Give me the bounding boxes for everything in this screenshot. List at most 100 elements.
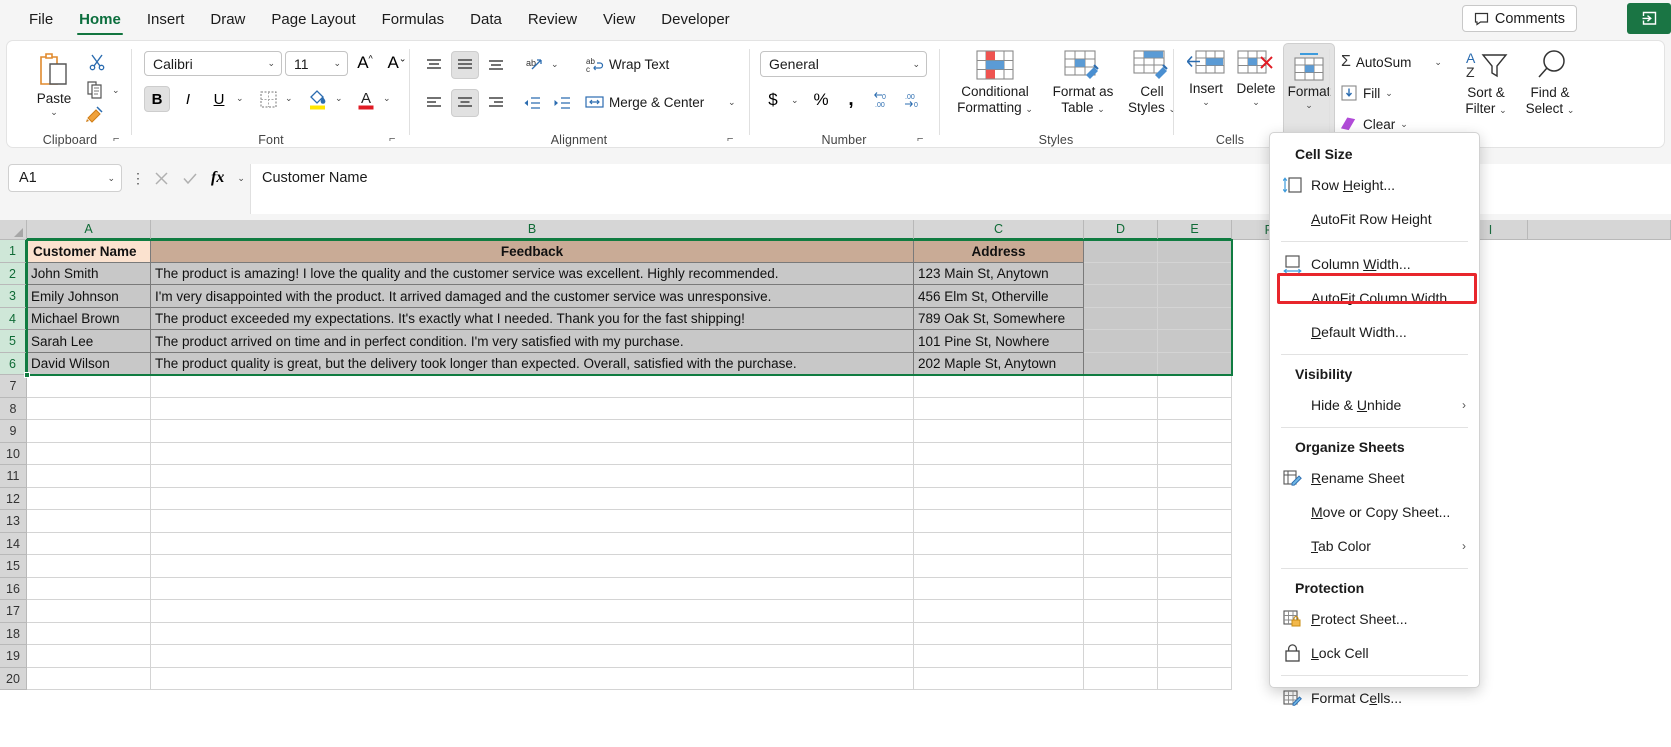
cell-A8[interactable] xyxy=(27,398,151,420)
fill-button[interactable]: Fill ⌄ xyxy=(1341,85,1393,101)
cell-C19[interactable] xyxy=(914,645,1084,668)
row-header-8[interactable]: 8 xyxy=(0,398,27,420)
align-right-button[interactable] xyxy=(483,91,509,115)
fill-color-chevron-down-icon[interactable]: ⌄ xyxy=(335,93,343,104)
cell-B3[interactable]: I'm very disappointed with the product. … xyxy=(151,285,914,308)
cell-C13[interactable] xyxy=(914,510,1084,533)
tab-home[interactable]: Home xyxy=(66,1,134,37)
cell-B14[interactable] xyxy=(151,533,914,555)
cell-C12[interactable] xyxy=(914,488,1084,510)
cell-D5[interactable] xyxy=(1084,330,1158,353)
cell-C9[interactable] xyxy=(914,420,1084,443)
underline-button[interactable]: U xyxy=(206,86,232,112)
conditional-formatting-button[interactable]: Conditional Formatting ⌄ xyxy=(949,49,1041,115)
alignment-dialog-launcher[interactable]: ⌐ xyxy=(727,134,739,146)
cell-C6[interactable]: 202 Maple St, Anytown xyxy=(914,353,1084,375)
tab-page-layout[interactable]: Page Layout xyxy=(258,1,368,37)
bold-button[interactable]: B xyxy=(144,86,170,112)
enter-check-icon[interactable] xyxy=(182,171,198,186)
cell-D7[interactable] xyxy=(1084,375,1158,398)
delete-cells-button[interactable]: Delete ⌄ xyxy=(1231,49,1281,107)
comments-button[interactable]: Comments xyxy=(1461,5,1577,32)
format-button[interactable]: Format ⌄ xyxy=(1283,43,1335,141)
cell-A13[interactable] xyxy=(27,510,151,533)
cell-E5[interactable] xyxy=(1158,330,1232,353)
cell-D4[interactable] xyxy=(1084,308,1158,330)
cell-B9[interactable] xyxy=(151,420,914,443)
cell-D10[interactable] xyxy=(1084,443,1158,465)
fill-chevron-down-icon[interactable]: ⌄ xyxy=(1385,88,1393,99)
cell-A2[interactable]: John Smith xyxy=(27,263,151,285)
cell-D16[interactable] xyxy=(1084,578,1158,600)
column-header-E[interactable]: E xyxy=(1158,220,1232,240)
menu-item-row-height[interactable]: Row Height... xyxy=(1270,168,1479,202)
menu-item-hide-unhide[interactable]: Hide & Unhide › xyxy=(1270,388,1479,422)
column-header-D[interactable]: D xyxy=(1084,220,1158,240)
cell-E3[interactable] xyxy=(1158,285,1232,308)
cell-A14[interactable] xyxy=(27,533,151,555)
cell-E10[interactable] xyxy=(1158,443,1232,465)
row-header-12[interactable]: 12 xyxy=(0,488,27,510)
cancel-x-icon[interactable] xyxy=(154,171,169,186)
cell-D2[interactable] xyxy=(1084,263,1158,285)
format-painter-button[interactable] xyxy=(83,103,107,125)
cell-D20[interactable] xyxy=(1084,668,1158,690)
cell-C17[interactable] xyxy=(914,600,1084,623)
menu-item-lock-cell[interactable]: Lock Cell xyxy=(1270,636,1479,670)
decrease-font-size-button[interactable]: A⌄ xyxy=(383,50,411,76)
menu-item-column-width[interactable]: Column Width... xyxy=(1270,247,1479,281)
copy-chevron-down-icon[interactable]: ⌄ xyxy=(112,85,120,96)
cell-B20[interactable] xyxy=(151,668,914,690)
tab-review[interactable]: Review xyxy=(515,1,590,37)
cell-E16[interactable] xyxy=(1158,578,1232,600)
align-top-button[interactable] xyxy=(421,53,447,77)
cell-A5[interactable]: Sarah Lee xyxy=(27,330,151,353)
row-header-15[interactable]: 15 xyxy=(0,555,27,578)
row-header-14[interactable]: 14 xyxy=(0,533,27,555)
cell-A6[interactable]: David Wilson xyxy=(27,353,151,375)
row-header-2[interactable]: 2 xyxy=(0,263,27,285)
tab-developer[interactable]: Developer xyxy=(648,1,742,37)
clipboard-dialog-launcher[interactable]: ⌐ xyxy=(113,134,125,146)
menu-item-rename-sheet[interactable]: Rename Sheet xyxy=(1270,461,1479,495)
cell-E7[interactable] xyxy=(1158,375,1232,398)
cell-C7[interactable] xyxy=(914,375,1084,398)
find-select-button[interactable]: Find & Select ⌄ xyxy=(1519,49,1581,116)
decrease-indent-button[interactable] xyxy=(519,91,545,115)
increase-indent-button[interactable] xyxy=(549,91,575,115)
cell-E4[interactable] xyxy=(1158,308,1232,330)
row-header-10[interactable]: 10 xyxy=(0,443,27,465)
cell-B2[interactable]: The product is amazing! I love the quali… xyxy=(151,263,914,285)
row-header-1[interactable]: 1 xyxy=(0,240,27,263)
formula-chevron-down-icon[interactable]: ⌄ xyxy=(237,173,245,184)
menu-item-protect-sheet[interactable]: Protect Sheet... xyxy=(1270,602,1479,636)
increase-font-size-button[interactable]: A^ xyxy=(351,50,379,76)
cell-E1[interactable] xyxy=(1158,240,1232,263)
increase-decimal-button[interactable]: 0.00 xyxy=(871,87,897,113)
cell-B6[interactable]: The product quality is great, but the de… xyxy=(151,353,914,375)
cell-C14[interactable] xyxy=(914,533,1084,555)
name-box[interactable]: A1 ⌄ xyxy=(8,164,122,192)
tab-file[interactable]: File xyxy=(16,1,66,37)
share-button[interactable] xyxy=(1627,3,1671,34)
percent-button[interactable]: % xyxy=(808,87,834,113)
select-all-corner[interactable] xyxy=(0,220,27,240)
merge-chevron-down-icon[interactable]: ⌄ xyxy=(728,97,736,108)
cell-B15[interactable] xyxy=(151,555,914,578)
cell-A17[interactable] xyxy=(27,600,151,623)
cell-D6[interactable] xyxy=(1084,353,1158,375)
comma-button[interactable]: , xyxy=(838,87,864,113)
cell-C20[interactable] xyxy=(914,668,1084,690)
row-header-20[interactable]: 20 xyxy=(0,668,27,690)
wrap-text-button[interactable]: ab c Wrap Text xyxy=(585,56,669,73)
cell-E8[interactable] xyxy=(1158,398,1232,420)
cell-D19[interactable] xyxy=(1084,645,1158,668)
cell-B17[interactable] xyxy=(151,600,914,623)
cell-D17[interactable] xyxy=(1084,600,1158,623)
column-header-C[interactable]: C xyxy=(914,220,1084,240)
underline-chevron-down-icon[interactable]: ⌄ xyxy=(236,93,244,104)
row-header-11[interactable]: 11 xyxy=(0,465,27,488)
tab-draw[interactable]: Draw xyxy=(197,1,258,37)
cell-E2[interactable] xyxy=(1158,263,1232,285)
cell-A20[interactable] xyxy=(27,668,151,690)
